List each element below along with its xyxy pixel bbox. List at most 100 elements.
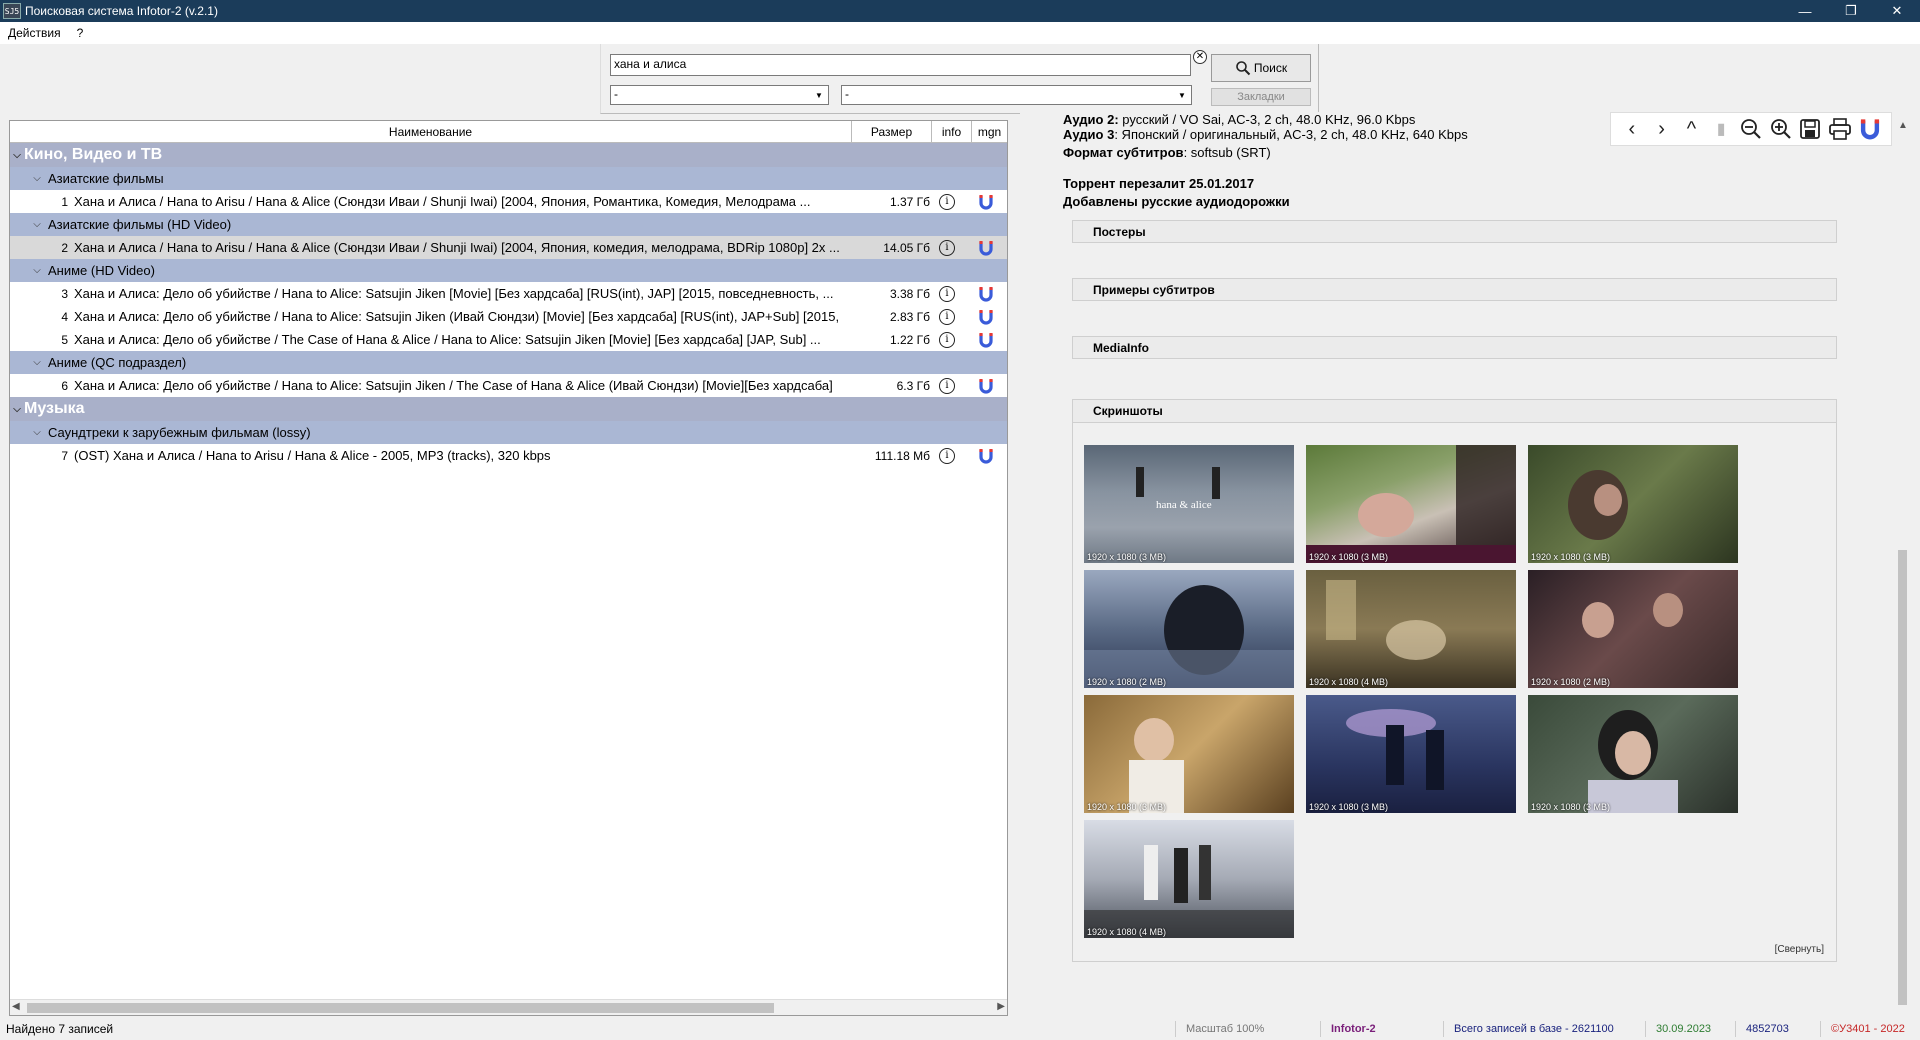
maximize-button[interactable]: ❐ (1828, 0, 1874, 22)
screenshot-thumbnail[interactable]: 1920 x 1080 (2 MB) (1528, 570, 1738, 688)
table-row[interactable]: 4 Хана и Алиса: Дело об убийстве / Hana … (10, 305, 1007, 328)
up-icon[interactable]: ^ (1678, 116, 1704, 142)
info-icon[interactable]: i (939, 308, 955, 325)
info-icon[interactable]: i (939, 193, 955, 210)
table-row-selected[interactable]: 2 Хана и Алиса / Hana to Arisu / Hana & … (10, 236, 1007, 259)
chevron-down-icon[interactable]: ⌵ (10, 150, 24, 161)
back-icon[interactable]: ‹ (1619, 116, 1645, 142)
screenshot-thumbnail[interactable]: 1920 x 1080 (4 MB) (1306, 570, 1516, 688)
chevron-down-icon[interactable]: ⌵ (30, 219, 44, 230)
subcategory-row[interactable]: ⌵ Аниме (HD Video) (10, 259, 1007, 282)
chevron-down-icon[interactable]: ⌵ (10, 404, 24, 415)
magnet-icon[interactable] (978, 332, 994, 348)
bookmark-icon[interactable]: ▮ (1708, 116, 1734, 142)
close-button[interactable]: ✕ (1874, 0, 1920, 22)
chevron-down-icon[interactable]: ⌵ (30, 173, 44, 184)
screenshot-scene: hana & alice (1136, 467, 1220, 511)
row-number: 6 (61, 378, 68, 393)
table-row[interactable]: 6 Хана и Алиса: Дело об убийстве / Hana … (10, 374, 1007, 397)
subcategory-combo[interactable]: - ▼ (841, 85, 1192, 105)
column-header-size[interactable]: Размер (852, 121, 932, 142)
menu-actions[interactable]: Действия (0, 26, 69, 40)
scrollbar-thumb[interactable] (1898, 550, 1907, 1005)
screenshot-thumbnail[interactable]: 1920 x 1080 (2 MB) (1084, 570, 1294, 688)
category-row[interactable]: ⌵ Музыка (10, 397, 1007, 421)
save-icon[interactable] (1797, 116, 1823, 142)
screenshot-thumbnail[interactable]: 1920 x 1080 (3 MB) (1306, 445, 1516, 563)
column-header-name[interactable]: Наименование (10, 121, 852, 142)
menu-help[interactable]: ? (69, 26, 92, 40)
row-title[interactable]: Хана и Алиса: Дело об убийстве / Hana to… (74, 286, 839, 301)
chevron-down-icon[interactable]: ⌵ (30, 357, 44, 368)
subcategory-combo-value: - (845, 87, 849, 101)
chevron-down-icon[interactable]: ⌵ (30, 265, 44, 276)
subcategory-row[interactable]: ⌵ Аниме (QC подраздел) (10, 351, 1007, 374)
row-title[interactable]: Хана и Алиса / Hana to Arisu / Hana & Al… (74, 194, 839, 209)
magnet-icon[interactable] (978, 194, 994, 210)
zoom-in-icon[interactable] (1768, 116, 1794, 142)
magnet-icon[interactable] (978, 309, 994, 325)
category-row[interactable]: ⌵ Кино, Видео и ТВ (10, 143, 1007, 167)
info-icon[interactable]: i (939, 447, 955, 464)
zoom-level: Масштаб 100% (1175, 1021, 1264, 1037)
table-row[interactable]: 7 (OST) Хана и Алиса / Hana to Arisu / H… (10, 444, 1007, 467)
row-title[interactable]: Хана и Алиса / Hana to Arisu / Hana & Al… (74, 240, 839, 255)
minimize-button[interactable]: — (1782, 0, 1828, 22)
section-mediainfo[interactable]: MediaInfo (1072, 336, 1837, 359)
row-number: 2 (61, 240, 68, 255)
screenshot-thumbnail[interactable]: 1920 x 1080 (4 MB) (1084, 820, 1294, 938)
screenshot-thumbnail[interactable]: 1920 x 1080 (3 MB) (1528, 445, 1738, 563)
screenshot-thumbnail[interactable]: hana & alice 1920 x 1080 (3 MB) (1084, 445, 1294, 563)
section-posters[interactable]: Постеры (1072, 220, 1837, 243)
collapse-link[interactable]: [Свернуть] (1775, 944, 1824, 955)
search-input[interactable]: хана и алиса (610, 54, 1191, 76)
magnet-icon[interactable] (978, 378, 994, 394)
subcategory-label: Саундтреки к зарубежным фильмам (lossy) (48, 425, 311, 440)
magnet-icon[interactable] (978, 448, 994, 464)
magnet-icon[interactable] (1857, 116, 1883, 142)
category-combo[interactable]: - ▼ (610, 85, 829, 105)
section-screenshots[interactable]: Скриншоты (1073, 400, 1836, 423)
magnet-icon[interactable] (978, 240, 994, 256)
table-row[interactable]: 1 Хана и Алиса / Hana to Arisu / Hana & … (10, 190, 1007, 213)
info-icon[interactable]: i (939, 239, 955, 256)
audio2-label: Аудио 2: (1063, 112, 1119, 127)
subs-line: Формат субтитров: softsub (SRT) (1063, 145, 1271, 160)
clear-search-icon[interactable]: ✕ (1193, 50, 1207, 64)
column-header-magnet[interactable]: mgn (972, 121, 1007, 142)
vertical-scrollbar[interactable]: ▲ (1894, 120, 1911, 1016)
scroll-right-icon[interactable]: ▶ (997, 1001, 1005, 1012)
subcategory-row[interactable]: ⌵ Саундтреки к зарубежным фильмам (lossy… (10, 421, 1007, 444)
search-button[interactable]: Поиск (1211, 54, 1311, 82)
forward-icon[interactable]: › (1649, 116, 1675, 142)
print-icon[interactable] (1827, 116, 1853, 142)
zoom-out-icon[interactable] (1738, 116, 1764, 142)
subcategory-row[interactable]: ⌵ Азиатские фильмы (HD Video) (10, 213, 1007, 236)
horizontal-scrollbar[interactable]: ◀ ▶ (10, 999, 1007, 1015)
subcategory-row[interactable]: ⌵ Азиатские фильмы (10, 167, 1007, 190)
section-subtitle-samples[interactable]: Примеры субтитров (1072, 278, 1837, 301)
screenshot-caption: 1920 x 1080 (3 MB) (1309, 552, 1389, 562)
table-row[interactable]: 3 Хана и Алиса: Дело об убийстве / Hana … (10, 282, 1007, 305)
row-title[interactable]: Хана и Алиса: Дело об убийстве / Hana to… (74, 309, 839, 324)
scroll-left-icon[interactable]: ◀ (12, 1001, 20, 1012)
magnet-icon[interactable] (978, 286, 994, 302)
scroll-up-icon[interactable]: ▲ (1898, 120, 1908, 131)
chevron-down-icon[interactable]: ⌵ (30, 427, 44, 438)
column-header-info[interactable]: info (932, 121, 972, 142)
table-row[interactable]: 5 Хана и Алиса: Дело об убийстве / The C… (10, 328, 1007, 351)
bookmarks-button[interactable]: Закладки (1211, 88, 1311, 106)
info-icon[interactable]: i (939, 377, 955, 394)
row-size: 2.83 Гб (889, 309, 930, 324)
screenshot-thumbnail[interactable]: 1920 x 1080 (3 MB) (1528, 695, 1738, 813)
row-title[interactable]: Хана и Алиса: Дело об убийстве / The Cas… (74, 332, 839, 347)
info-icon[interactable]: i (939, 285, 955, 302)
screenshot-thumbnail[interactable]: 1920 x 1080 (3 MB) (1306, 695, 1516, 813)
info-icon[interactable]: i (939, 331, 955, 348)
window-title: Поисковая система Infotor-2 (v.2.1) (25, 4, 218, 18)
screenshot-scene (1326, 580, 1446, 660)
row-title[interactable]: Хана и Алиса: Дело об убийстве / Hana to… (74, 378, 839, 393)
screenshot-thumbnail[interactable]: 1920 x 1080 (3 MB) (1084, 695, 1294, 813)
row-title[interactable]: (OST) Хана и Алиса / Hana to Arisu / Han… (74, 448, 839, 463)
scrollbar-thumb[interactable] (27, 1003, 774, 1013)
